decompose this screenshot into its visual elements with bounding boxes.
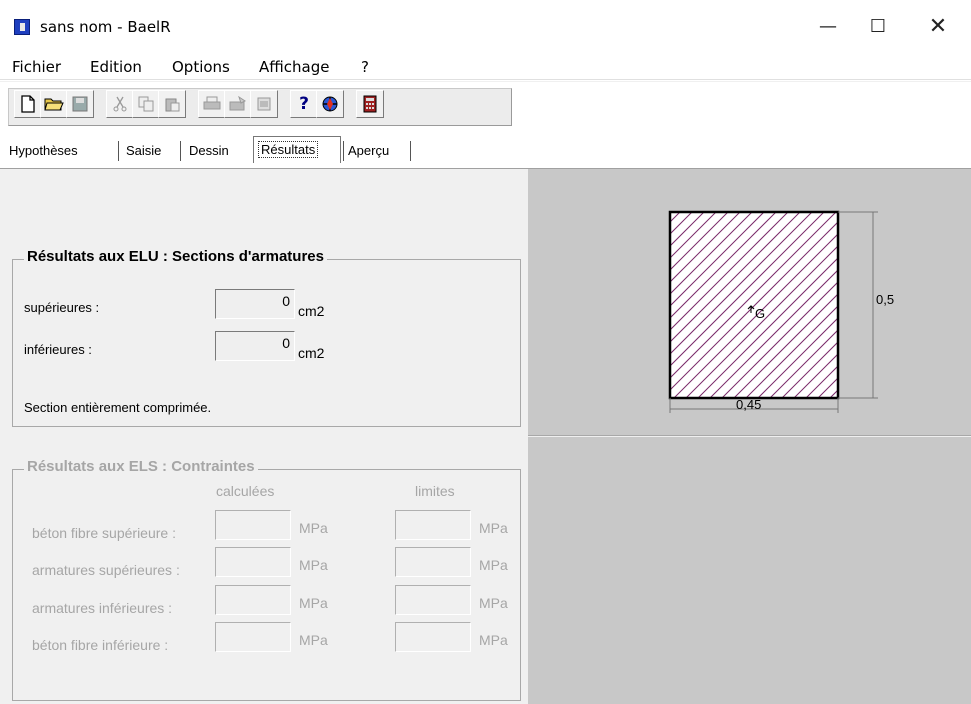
new-file-icon[interactable] — [14, 90, 42, 118]
els-calc-field[interactable] — [215, 585, 291, 615]
menu-options[interactable]: Options — [172, 58, 230, 76]
hatch-line — [670, 212, 681, 223]
els-calc-field[interactable] — [215, 510, 291, 540]
els-row-label: armatures inférieures : — [32, 600, 173, 616]
tab-separator — [118, 141, 119, 161]
hatch-line — [950, 212, 971, 398]
print-preview-icon[interactable] — [250, 90, 278, 118]
els-lim-field[interactable] — [395, 547, 471, 577]
hatch-line — [914, 212, 971, 398]
tab-hypotheses[interactable]: Hypothèses — [9, 143, 78, 158]
hatch-line — [670, 212, 693, 235]
els-unit: MPa — [299, 595, 328, 611]
height-dim-label: 0,5 — [876, 292, 895, 307]
els-col-limites: limites — [415, 483, 455, 499]
maximize-icon[interactable]: ☐ — [858, 6, 898, 46]
elu-title: Résultats aux ELU : Sections d'armatures — [24, 248, 327, 265]
print-icon[interactable] — [198, 90, 226, 118]
menu-help[interactable]: ? — [361, 58, 369, 76]
menu-affichage[interactable]: Affichage — [259, 58, 329, 76]
els-col-calculees: calculées — [216, 483, 275, 499]
els-unit: MPa — [479, 595, 508, 611]
app-icon — [14, 19, 30, 35]
hatch-line — [817, 377, 838, 398]
hatch-line — [926, 212, 971, 398]
hatch-line — [854, 212, 971, 398]
print-setup-icon[interactable] — [224, 90, 252, 118]
els-calc-field[interactable] — [215, 622, 291, 652]
title-bar: sans nom - BaelR — ☐ ✕ — [0, 0, 971, 54]
close-icon[interactable]: ✕ — [918, 6, 958, 46]
preview-divider — [528, 435, 971, 437]
hatch-line — [902, 212, 971, 398]
save-icon[interactable] — [66, 90, 94, 118]
els-lim-field[interactable] — [395, 622, 471, 652]
hatch-line — [842, 212, 971, 398]
toolbar: ? — [0, 81, 971, 130]
menu-edition[interactable]: Edition — [90, 58, 142, 76]
menu-fichier[interactable]: Fichier — [12, 58, 61, 76]
tab-apercu[interactable]: Aperçu — [348, 143, 389, 158]
tab-bar: Hypothèses Saisie Dessin Résultats Aperç… — [0, 131, 971, 169]
elu-sup-field[interactable]: 0 — [215, 289, 295, 319]
hatch-line — [938, 212, 971, 398]
elu-sup-unit: cm2 — [298, 303, 325, 319]
els-row-label: armatures supérieures : — [32, 562, 180, 578]
els-calc-field[interactable] — [215, 547, 291, 577]
tab-dessin[interactable]: Dessin — [189, 143, 229, 158]
section-preview-panel: G 0,5 0,45 — [528, 169, 971, 704]
tab-separator — [180, 141, 181, 161]
tab-saisie[interactable]: Saisie — [126, 143, 161, 158]
tab-separator — [410, 141, 411, 161]
els-unit: MPa — [299, 557, 328, 573]
paste-icon[interactable] — [158, 90, 186, 118]
menu-bar: Fichier Edition Options Affichage ? — [0, 54, 971, 80]
tab-resultats-label: Résultats — [258, 141, 319, 158]
tab-separator — [343, 141, 344, 161]
els-title: Résultats aux ELS : Contraintes — [24, 458, 258, 475]
hatch-line — [528, 212, 668, 398]
section-drawing — [528, 210, 971, 413]
els-lim-field[interactable] — [395, 585, 471, 615]
help-icon[interactable]: ? — [290, 90, 318, 118]
about-icon[interactable] — [316, 90, 344, 118]
els-unit: MPa — [479, 557, 508, 573]
els-lim-field[interactable] — [395, 510, 471, 540]
open-folder-icon[interactable] — [40, 90, 68, 118]
hatch-line — [528, 212, 656, 398]
minimize-icon[interactable]: — — [808, 6, 848, 46]
elu-inf-unit: cm2 — [298, 345, 325, 361]
centroid-label: G — [755, 306, 766, 321]
results-panel: Résultats aux ELU : Sections d'armatures… — [0, 169, 528, 704]
tab-resultats[interactable]: Résultats — [253, 136, 341, 163]
els-unit: MPa — [299, 632, 328, 648]
width-dim-label: 0,45 — [736, 397, 762, 412]
els-unit: MPa — [299, 520, 328, 536]
elu-status-text: Section entièrement comprimée. — [24, 400, 212, 415]
els-row-label: béton fibre supérieure : — [32, 525, 176, 541]
calculator-icon[interactable] — [356, 90, 384, 118]
elu-inf-label: inférieures : — [24, 342, 92, 357]
hatch-line — [890, 212, 971, 398]
els-unit: MPa — [479, 632, 508, 648]
els-unit: MPa — [479, 520, 508, 536]
elu-inf-field[interactable]: 0 — [215, 331, 295, 361]
hatch-line — [962, 212, 971, 398]
els-row-label: béton fibre inférieure : — [32, 637, 169, 653]
window-title: sans nom - BaelR — [40, 18, 171, 36]
elu-sup-label: supérieures : — [24, 300, 100, 315]
copy-icon[interactable] — [132, 90, 160, 118]
hatch-line — [829, 389, 838, 398]
cut-icon[interactable] — [106, 90, 134, 118]
